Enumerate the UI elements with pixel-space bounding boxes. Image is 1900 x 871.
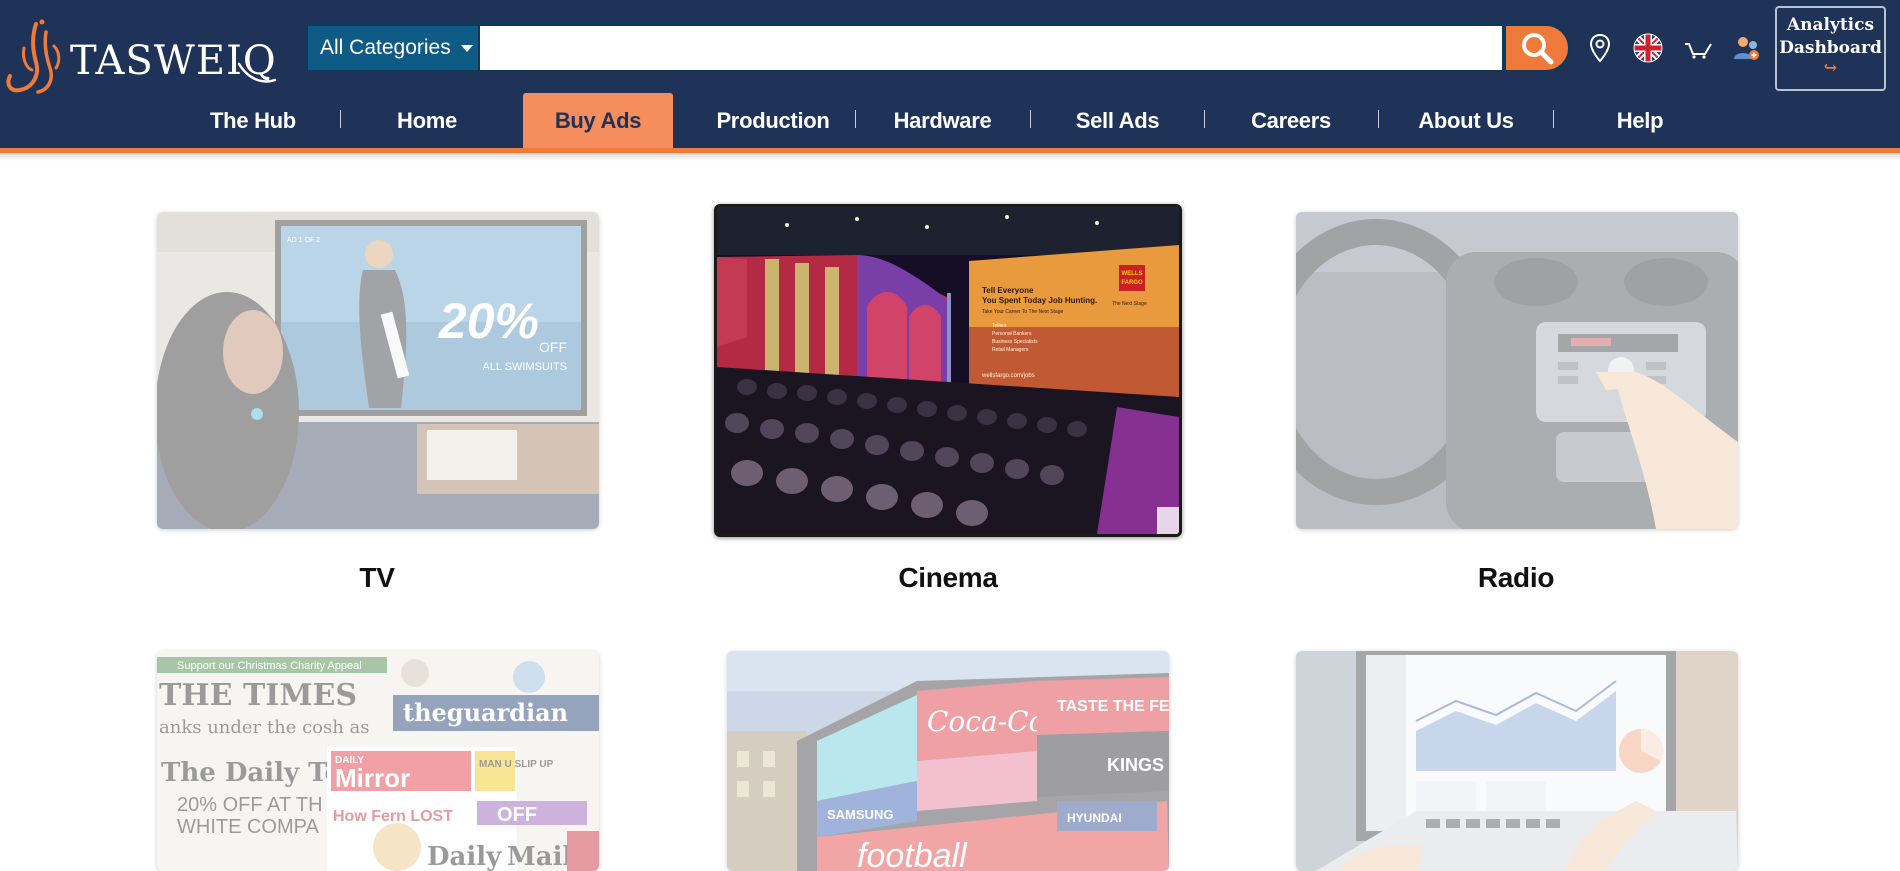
tv-ad-sub: ALL SWIMSUITS — [482, 361, 567, 373]
tv-ad-image: 20% OFF ALL SWIMSUITS AD 1 OF 2 — [157, 212, 599, 529]
logo-swoosh-icon — [237, 62, 277, 83]
billboard-samsung: SAMSUNG — [827, 807, 893, 822]
cinema-line-3: Take Your Career To The Next Stage — [982, 309, 1063, 315]
account-button[interactable] — [1728, 30, 1764, 66]
cinema-bullet-3: Business Specialists — [992, 339, 1038, 345]
category-card-online[interactable] — [1296, 651, 1738, 871]
nav-divider — [1030, 110, 1031, 128]
tv-ad-big: 20% — [438, 293, 539, 349]
newspaper-mirror-off: OFF — [497, 804, 537, 826]
category-card-tv[interactable]: 20% OFF ALL SWIMSUITS AD 1 OF 2 TV — [157, 212, 599, 597]
nav-item-home[interactable]: Home — [367, 94, 487, 148]
online-ad-image — [1296, 651, 1738, 871]
nav-divider — [855, 110, 856, 128]
cart-icon — [1685, 43, 1712, 59]
analytics-line2: Dashboard — [1779, 38, 1882, 58]
newspaper-telegraph: The Daily Tel — [161, 758, 351, 788]
calligraphy-logo-icon — [6, 19, 61, 94]
category-dropdown-label: All Categories — [320, 36, 451, 59]
location-button[interactable] — [1582, 30, 1618, 66]
redirect-arrow-icon: ↪ — [1823, 58, 1838, 77]
cinema-tagline: The Next Stage — [1112, 301, 1147, 307]
cinema-bullet-1: Tellers — [992, 323, 1007, 329]
newspaper-mirror-sub: MAN U SLIP UP — [479, 759, 554, 770]
nav-item-about-us[interactable]: About Us — [1400, 94, 1532, 148]
cinema-brand-1: WELLS — [1122, 271, 1143, 277]
language-button[interactable] — [1630, 30, 1666, 66]
newspaper-ad-image: Support our Christmas Charity Appeal THE… — [157, 651, 599, 871]
billboard-hyundai: HYUNDAI — [1067, 811, 1122, 825]
nav-item-careers[interactable]: Careers — [1230, 94, 1352, 148]
category-card-radio[interactable]: Radio — [1296, 212, 1738, 597]
caret-down-icon — [460, 44, 473, 52]
site-header: TASWEIQ All Categories Analytics Dashboa… — [0, 0, 1900, 150]
search-bar: All Categories — [306, 24, 1570, 72]
search-icon — [1522, 33, 1554, 65]
cart-button[interactable] — [1680, 30, 1716, 66]
cinema-url: wellsfargo.com/jobs — [981, 373, 1035, 379]
cinema-brand-2: FARGO — [1121, 280, 1143, 286]
nav-item-sell-ads[interactable]: Sell Ads — [1055, 94, 1180, 148]
newspaper-times-sub: anks under the cosh as — [159, 717, 370, 738]
billboard-taste: TASTE THE FEE — [1057, 698, 1169, 715]
search-input[interactable] — [478, 24, 1504, 72]
tv-ad-tag: AD 1 OF 2 — [287, 237, 320, 244]
newspaper-guardian: theguardian — [403, 698, 568, 727]
newspaper-mirror: Mirror — [335, 763, 410, 793]
header-shadow — [0, 153, 1900, 161]
cinema-bullet-4: Retail Managers — [992, 347, 1029, 353]
nav-divider — [1553, 110, 1554, 128]
billboard-ad-image: Coca-Cola TASTE THE FEE KINGS LONDO SAMS… — [727, 651, 1169, 871]
category-label-radio: Radio — [1477, 562, 1555, 593]
nav-item-help[interactable]: Help — [1580, 94, 1700, 148]
cinema-line-1: Tell Everyone — [982, 286, 1034, 295]
nav-divider — [340, 110, 341, 128]
newspaper-telegraph-sub: 20% OFF AT TH — [177, 794, 323, 816]
main-nav: The Hub Home Buy Ads Production Hardware… — [0, 93, 1900, 148]
analytics-line1: Analytics — [1786, 15, 1875, 35]
nav-item-buy-ads[interactable]: Buy Ads — [523, 93, 673, 148]
billboard-kings: KINGS LONDO — [1107, 755, 1169, 775]
billboard-football: football — [857, 837, 968, 871]
radio-ad-image — [1296, 212, 1738, 529]
category-label-tv: TV — [359, 562, 395, 593]
category-dropdown[interactable]: All Categories — [306, 24, 478, 72]
category-card-newspaper[interactable]: Support our Christmas Charity Appeal THE… — [157, 651, 599, 871]
category-card-cinema[interactable]: WELLS FARGO Tell Everyone You Spent Toda… — [714, 204, 1182, 597]
newspaper-mail: Mail — [507, 842, 573, 871]
search-button[interactable] — [1504, 24, 1570, 72]
newspaper-banner: Support our Christmas Charity Appeal — [177, 660, 362, 672]
nav-divider — [1204, 110, 1205, 128]
analytics-dashboard-button[interactable]: Analytics Dashboard ↪ — [1775, 6, 1886, 91]
newspaper-fern: How Fern LOST — [333, 808, 453, 825]
category-card-billboard[interactable]: Coca-Cola TASTE THE FEE KINGS LONDO SAMS… — [727, 651, 1169, 871]
tv-ad-small: OFF — [539, 339, 567, 355]
brand-logo[interactable]: TASWEIQ — [2, 18, 292, 96]
cinema-ad-image: WELLS FARGO Tell Everyone You Spent Toda… — [714, 204, 1182, 537]
user-icon — [1734, 37, 1759, 60]
newspaper-times: THE TIMES — [159, 678, 357, 713]
nav-item-production[interactable]: Production — [703, 94, 843, 148]
nav-item-the-hub[interactable]: The Hub — [193, 94, 313, 148]
cinema-bullet-2: Personal Bankers — [992, 331, 1032, 337]
nav-divider — [1378, 110, 1379, 128]
newspaper-telegraph-sub2: WHITE COMPA — [177, 816, 320, 838]
uk-flag-icon — [1633, 33, 1663, 63]
location-pin-icon — [1589, 33, 1611, 63]
category-label-cinema: Cinema — [898, 562, 998, 593]
newspaper-daily-mail: Daily — [427, 842, 502, 871]
cinema-line-2: You Spent Today Job Hunting. — [982, 296, 1097, 305]
nav-item-hardware[interactable]: Hardware — [880, 94, 1005, 148]
